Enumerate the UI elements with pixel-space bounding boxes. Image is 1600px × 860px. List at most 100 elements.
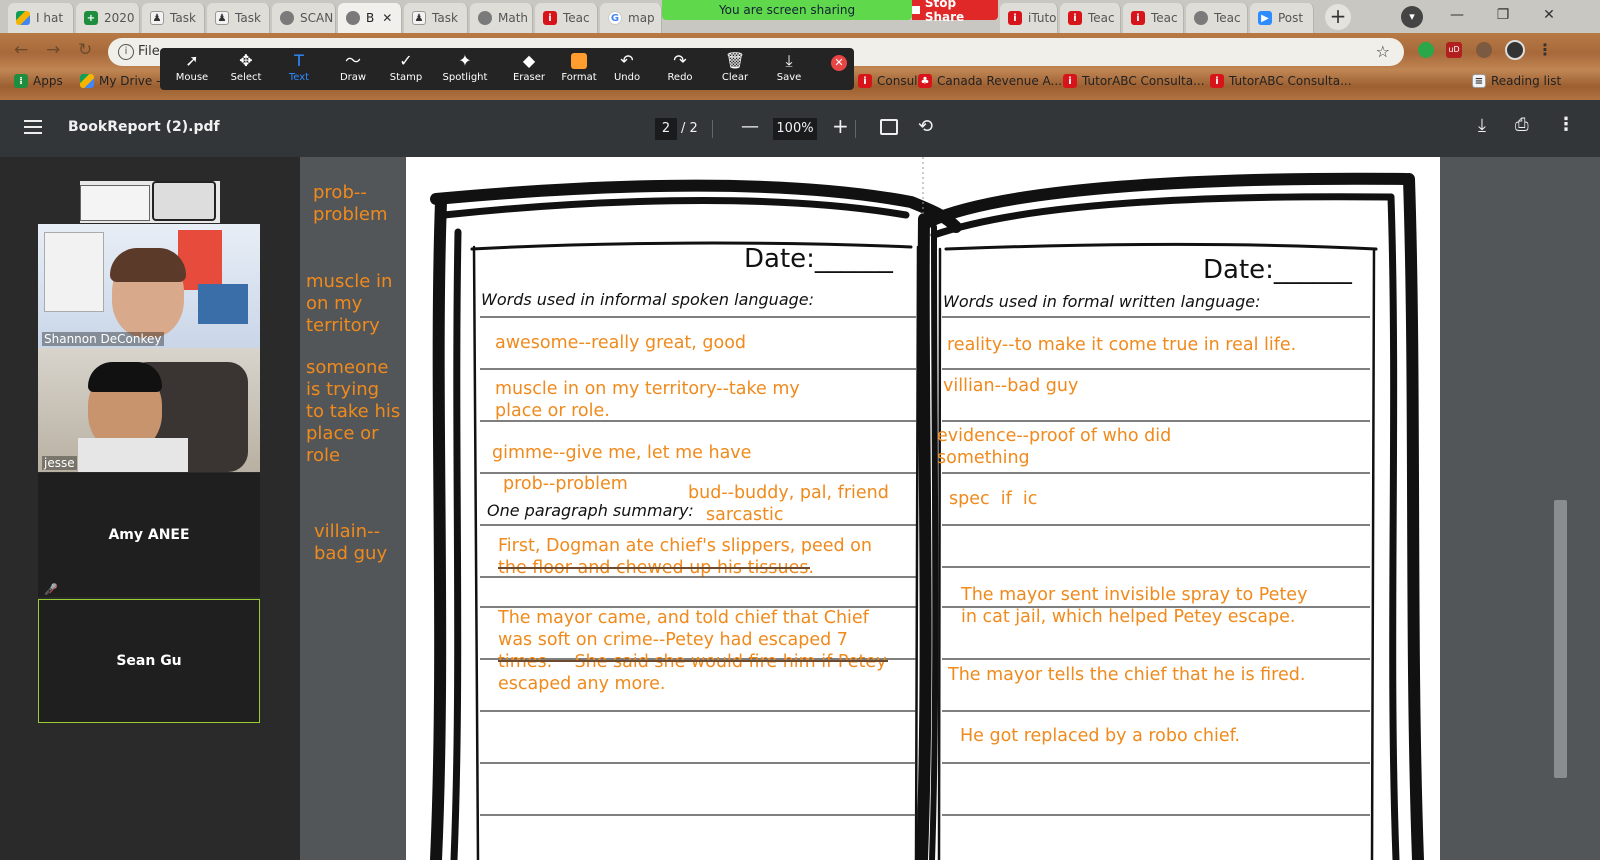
browser-tab[interactable]: i Teac — [1060, 3, 1121, 33]
annotate-draw-button[interactable]: 〜 Draw — [328, 50, 378, 88]
tool-label: Mouse — [175, 72, 209, 83]
minimize-icon[interactable]: — — [1434, 0, 1480, 30]
zoom-in-icon[interactable]: + — [832, 114, 849, 138]
browser-tab[interactable]: ♟ Task — [207, 3, 270, 33]
side-annotations: prob-- problem muscle in on my territory… — [300, 157, 406, 860]
tool-label: Eraser — [512, 72, 546, 83]
new-tab-button[interactable]: + — [1325, 4, 1351, 30]
browser-tab[interactable]: i Teac — [1123, 3, 1184, 33]
date-label: Date:______ — [744, 244, 893, 274]
browser-tab[interactable]: ♟ Task — [142, 3, 205, 33]
tutorabc-icon: i — [1210, 74, 1224, 88]
bookmark-item[interactable]: i TutorABC Consulta... — [1210, 74, 1352, 88]
browser-tab[interactable]: B ✕ — [338, 3, 402, 33]
annotate-text-button[interactable]: T Text — [274, 50, 324, 88]
participant-video[interactable]: Shannon DeConkey — [38, 224, 260, 348]
tab-title: Post — [1278, 11, 1304, 25]
tab-title: Teac — [1088, 11, 1115, 25]
zoom-level-input[interactable]: 100% — [773, 118, 817, 140]
extensions-puzzle-icon[interactable] — [1476, 42, 1492, 58]
format-icon — [554, 50, 604, 72]
doc-icon: ♟ — [412, 11, 426, 25]
handwritten-entry: He got replaced by a robo chief. — [960, 726, 1241, 746]
annotate-spotlight-button[interactable]: ✦ Spotlight — [440, 50, 490, 88]
bookmark-item[interactable]: ⁞ Apps — [14, 74, 63, 88]
bookmark-item[interactable]: ♣ Canada Revenue A... — [918, 74, 1062, 88]
bookmark-item[interactable]: i TutorABC Consulta... — [1063, 74, 1205, 88]
handwritten-entry: gimme--give me, let me have — [492, 443, 752, 463]
browser-menu-icon[interactable]: ⋮ — [1537, 40, 1553, 59]
browser-tab[interactable]: Math — [470, 3, 533, 33]
fit-to-page-icon[interactable] — [880, 119, 898, 135]
drive-icon — [80, 74, 94, 88]
zoom-icon: ▶ — [1258, 11, 1272, 25]
bookmark-star-icon[interactable]: ☆ — [1376, 38, 1390, 66]
extension-icon[interactable] — [1418, 42, 1434, 58]
handwritten-entry: The mayor tells the chief that he is fir… — [948, 665, 1306, 685]
tool-label: Redo — [667, 72, 693, 83]
back-icon[interactable]: ← — [14, 40, 28, 60]
annotation-text: someone is trying to take his place or r… — [306, 357, 401, 466]
google-icon: G — [608, 11, 622, 25]
maple-icon: ♣ — [918, 74, 932, 88]
more-options-icon[interactable]: ⋮ — [1557, 114, 1575, 135]
participant-video[interactable]: jesse — [38, 348, 260, 472]
browser-tab[interactable]: Gmap — [600, 3, 662, 33]
annotate-stamp-button[interactable]: ✓ Stamp — [381, 50, 431, 88]
rotate-icon[interactable]: ⟲ — [918, 116, 933, 137]
browser-tab[interactable]: I hat — [8, 3, 74, 33]
sheets-icon: + — [84, 11, 98, 25]
browser-tab[interactable]: Teac — [1186, 3, 1248, 33]
participant-tile-active-speaker[interactable]: Sean Gu — [38, 599, 260, 723]
bookmark-item[interactable]: My Drive - — [80, 74, 160, 88]
annotate-clear-button[interactable]: 🗑 Clear — [710, 50, 760, 88]
bookmark-label: Canada Revenue A... — [937, 74, 1062, 88]
close-window-icon[interactable]: ✕ — [1526, 0, 1572, 30]
annotate-redo-button[interactable]: ↷ Redo — [655, 50, 705, 88]
close-tab-icon[interactable]: ✕ — [382, 11, 392, 25]
tutorabc-icon: i — [1063, 74, 1077, 88]
browser-tab[interactable]: +2020 — [76, 3, 140, 33]
screen-sharing-banner: You are screen sharing — [662, 0, 912, 20]
browser-tab[interactable]: i Teac — [535, 3, 598, 33]
annotate-format-button[interactable]: Format — [554, 50, 604, 88]
download-icon[interactable]: ⤓ — [1478, 115, 1486, 136]
reload-icon[interactable]: ↻ — [78, 40, 92, 60]
browser-tab[interactable]: ▶ Post — [1250, 3, 1314, 33]
undo-icon: ↶ — [620, 51, 634, 70]
forward-icon[interactable]: → — [46, 40, 60, 60]
annotate-mouse-button[interactable]: ➚ Mouse — [167, 50, 217, 88]
bookmark-label: TutorABC Consulta... — [1229, 74, 1352, 88]
check-icon: ✓ — [399, 51, 413, 70]
annotate-select-button[interactable]: ✥ Select — [221, 50, 271, 88]
participant-tile[interactable]: Amy ANEE — [38, 473, 260, 597]
browser-tab[interactable]: i iTuto — [1000, 3, 1058, 33]
tool-label: Undo — [613, 72, 641, 83]
browser-tab[interactable]: SCAN — [272, 3, 336, 33]
bookmark-item[interactable]: ≡ Reading list — [1472, 74, 1561, 88]
page-thumbnail[interactable] — [80, 181, 220, 223]
move-icon: ✥ — [239, 51, 253, 70]
stop-share-button[interactable]: Stop Share — [912, 0, 998, 24]
profile-avatar[interactable] — [1505, 40, 1525, 60]
close-annotation-icon[interactable]: ✕ — [831, 55, 847, 71]
scrollbar-thumb[interactable] — [1554, 500, 1567, 778]
date-label: Date:______ — [1203, 255, 1352, 285]
browser-tab[interactable]: ♟ Task — [404, 3, 468, 33]
ublock-icon[interactable]: uD — [1446, 42, 1462, 58]
tab-title: Task — [235, 11, 261, 25]
hamburger-menu-icon[interactable] — [24, 120, 42, 134]
cursor-icon: ➚ — [185, 51, 199, 70]
restore-icon[interactable]: ❐ — [1480, 0, 1526, 30]
print-icon[interactable]: ⎙ — [1515, 115, 1529, 135]
tab-search-icon[interactable]: ▾ — [1401, 6, 1423, 28]
handwritten-entry: awesome--really great, good — [495, 333, 747, 353]
site-info-icon[interactable]: i — [118, 44, 134, 60]
annotate-undo-button[interactable]: ↶ Undo — [602, 50, 652, 88]
annotate-save-button[interactable]: ⤓ Save — [764, 50, 814, 88]
annotate-eraser-button[interactable]: ◆ Eraser — [504, 50, 554, 88]
document-title: BookReport (2).pdf — [68, 119, 220, 135]
zoom-out-icon[interactable]: — — [741, 116, 759, 137]
page-number-input[interactable]: 2 — [655, 118, 677, 140]
tutorabc-icon: i — [543, 11, 557, 25]
